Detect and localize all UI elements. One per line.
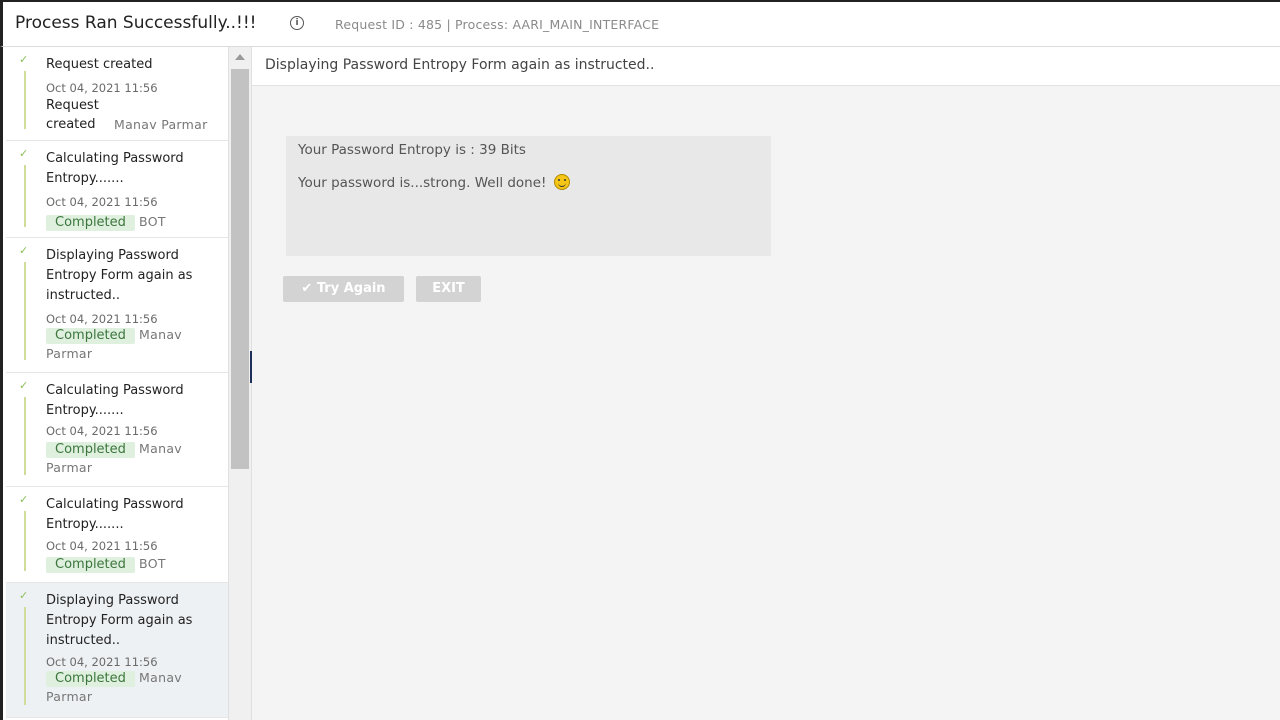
timeline-item[interactable]: ✓ Calculating Password Entropy....... Oc…	[6, 141, 228, 238]
timeline-item-title: Displaying Password Entropy Form again a…	[46, 248, 193, 303]
exit-label: EXIT	[432, 281, 465, 296]
timeline-sidebar: ✓ Request created Oct 04, 2021 11:56 Req…	[0, 47, 228, 720]
timeline-item-time: Oct 04, 2021 11:56	[46, 81, 158, 95]
timeline-line	[24, 397, 26, 475]
timeline-item-status: Completed BOT	[46, 555, 221, 574]
check-icon: ✓	[19, 493, 29, 506]
timeline-item-title: Calculating Password Entropy.......	[46, 151, 184, 186]
timeline-line	[24, 71, 26, 129]
timeline-item[interactable]: ✓ Calculating Password Entropy....... Oc…	[6, 487, 228, 583]
info-icon[interactable]: i	[290, 16, 304, 30]
timeline-item-time: Oct 04, 2021 11:56	[46, 195, 158, 209]
header-bar: Process Ran Successfully..!!! i Request …	[0, 0, 1280, 47]
timeline-item-status: Completed Manav Parmar	[46, 440, 206, 478]
timeline-line	[24, 607, 26, 705]
status-badge: Completed	[46, 328, 135, 344]
timeline-line	[24, 511, 26, 571]
check-icon: ✓	[19, 147, 29, 160]
timeline-item[interactable]: ✓ Displaying Password Entropy Form again…	[6, 238, 228, 373]
request-meta: Request ID : 485 | Process: AARI_MAIN_IN…	[335, 17, 660, 32]
timeline-line	[24, 262, 26, 360]
step-title: Displaying Password Entropy Form again a…	[265, 57, 655, 73]
entropy-value-text: Your Password Entropy is : 39 Bits	[298, 142, 526, 158]
timeline-item-user: BOT	[139, 556, 166, 571]
entropy-result-box: Your Password Entropy is : 39 Bits Your …	[286, 136, 771, 256]
timeline-item-status: Completed Manav Parmar	[46, 669, 206, 707]
timeline-item-status: Completed BOT	[46, 213, 221, 232]
status-text: Request created	[46, 98, 99, 132]
timeline-item-title: Calculating Password Entropy.......	[46, 497, 184, 532]
timeline-item-time: Oct 04, 2021 11:56	[46, 539, 158, 553]
timeline-item[interactable]: ✓ Request created Oct 04, 2021 11:56 Req…	[6, 47, 228, 141]
status-badge: Completed	[46, 442, 135, 458]
exit-button[interactable]: EXIT	[416, 276, 481, 302]
strength-text-row: Your password is...strong. Well done!	[298, 174, 570, 191]
timeline-item-time: Oct 04, 2021 11:56	[46, 655, 158, 669]
scroll-up-arrow-icon[interactable]	[235, 54, 245, 60]
timeline-item-time: Oct 04, 2021 11:56	[46, 312, 158, 326]
timeline-item-title: Request created	[46, 57, 153, 72]
check-icon: ✓	[19, 589, 29, 602]
timeline-item-user: BOT	[139, 214, 166, 229]
check-icon: ✓	[19, 244, 29, 257]
timeline-item[interactable]: ✓ Calculating Password Entropy....... Oc…	[6, 373, 228, 487]
timeline-item-title: Calculating Password Entropy.......	[46, 383, 184, 418]
timeline-line	[24, 165, 26, 227]
status-badge: Completed	[46, 215, 135, 231]
timeline-item-user: Manav Parmar	[114, 117, 208, 132]
timeline-item-status: Completed Manav Parmar	[46, 326, 206, 364]
status-badge: Completed	[46, 557, 135, 573]
scrollbar-thumb[interactable]	[231, 69, 249, 469]
try-again-button[interactable]: ✔ Try Again	[283, 276, 404, 302]
check-icon: ✔	[301, 281, 313, 296]
status-badge: Completed	[46, 671, 135, 687]
sidebar-scrollbar[interactable]	[228, 47, 252, 720]
main-panel: Displaying Password Entropy Form again a…	[252, 47, 1280, 720]
smiley-icon	[553, 174, 570, 190]
check-icon: ✓	[19, 53, 29, 66]
step-header: Displaying Password Entropy Form again a…	[252, 47, 1280, 86]
strength-text: Your password is...strong. Well done!	[298, 175, 547, 191]
timeline-item-time: Oct 04, 2021 11:56	[46, 424, 158, 438]
page-title: Process Ran Successfully..!!!	[15, 13, 257, 33]
timeline-item-title: Displaying Password Entropy Form again a…	[46, 593, 193, 648]
timeline-item[interactable]: ✓ Displaying Password Entropy Form again…	[6, 583, 228, 718]
try-again-label: Try Again	[316, 281, 386, 296]
check-icon: ✓	[19, 379, 29, 392]
